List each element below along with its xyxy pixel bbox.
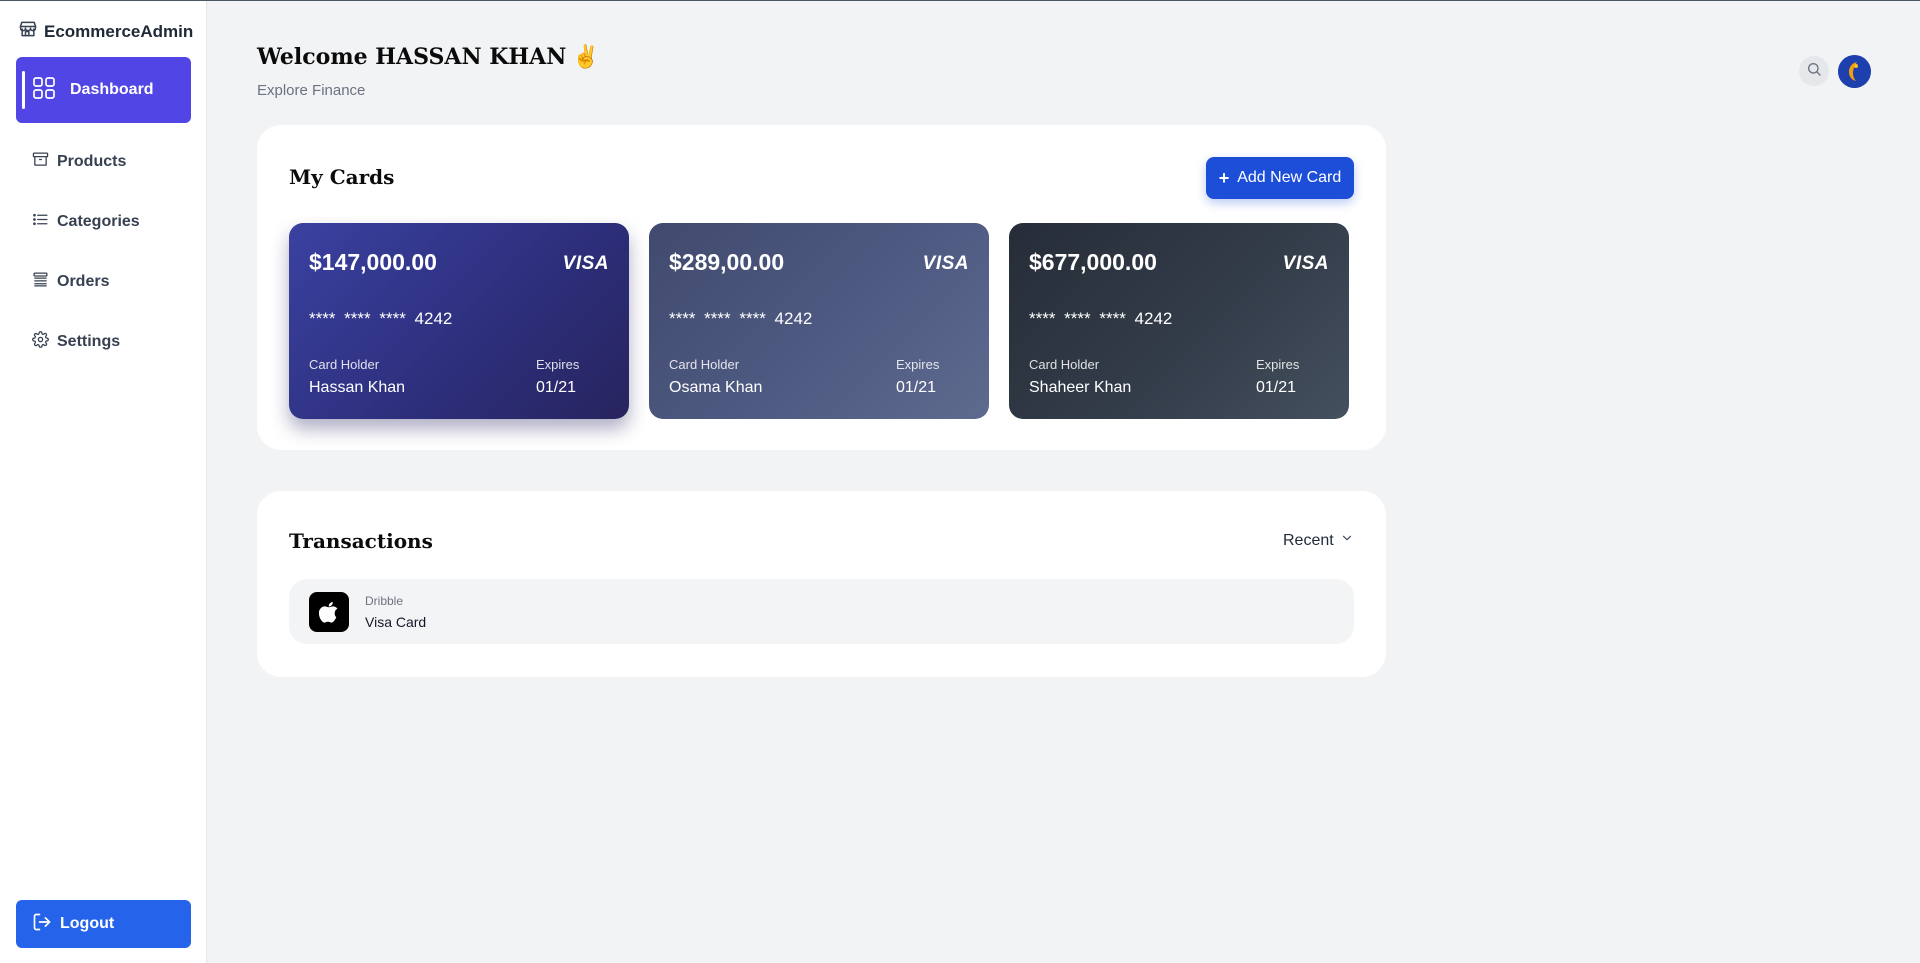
card-balance: $677,000.00 [1029,249,1157,275]
welcome-text: Welcome HASSAN KHAN [257,44,567,70]
card-expires-label: Expires [536,357,580,372]
page-subtitle: Explore Finance [257,82,366,99]
logout-icon [32,912,52,937]
visa-logo: VISA [562,253,609,274]
card-balance: $147,000.00 [309,249,437,275]
page-title: Welcome HASSAN KHAN ✌ [257,44,600,70]
sidebar: EcommerceAdmin Dashboard Products Catego… [0,1,207,963]
sidebar-item-label: Products [57,153,127,170]
my-cards-panel: My Cards + Add New Card $147,000.00 VISA… [257,125,1386,450]
grid-icon [32,76,56,105]
apple-icon [309,592,349,632]
active-indicator [22,71,25,109]
sidebar-item-label: Categories [57,213,140,230]
add-new-card-label: Add New Card [1237,169,1342,186]
credit-card[interactable]: $289,00.00 VISA **** **** **** 4242 Card… [649,223,989,419]
card-holder-label: Card Holder [669,357,740,372]
logout-label: Logout [60,915,115,932]
chevron-down-icon [1340,531,1354,550]
credit-card[interactable]: $677,000.00 VISA **** **** **** 4242 Car… [1009,223,1349,419]
transaction-method: Visa Card [365,614,427,630]
store-icon [18,19,38,44]
card-expiry: 01/21 [1256,379,1297,396]
card-number: **** **** **** 4242 [309,309,453,328]
transactions-panel: Transactions Recent Dribble Visa Card [257,491,1386,677]
sidebar-item-label: Settings [57,333,121,350]
transaction-merchant: Dribble [365,594,404,608]
credit-card[interactable]: $147,000.00 VISA **** **** **** 4242 Car… [289,223,629,419]
sidebar-item-dashboard[interactable]: Dashboard [16,57,191,123]
card-expiry: 01/21 [896,379,937,396]
card-holder-label: Card Holder [309,357,380,372]
card-balance: $289,00.00 [669,249,785,275]
card-holder-name: Hassan Khan [309,379,406,396]
add-new-card-button[interactable]: + Add New Card [1206,157,1354,199]
sidebar-item-settings[interactable]: Settings [32,331,120,353]
brand[interactable]: EcommerceAdmin [18,19,193,44]
sidebar-item-categories[interactable]: Categories [32,211,140,233]
transactions-title: Transactions [289,529,433,553]
sidebar-item-label: Dashboard [70,81,154,98]
plus-icon: + [1218,167,1230,188]
visa-logo: VISA [1282,253,1329,274]
gear-icon [32,331,49,353]
visa-logo: VISA [922,253,969,274]
my-cards-title: My Cards [289,165,395,189]
avatar[interactable] [1838,55,1871,88]
search-icon [1806,61,1822,82]
stack-icon [32,271,49,293]
search-button[interactable] [1799,56,1829,86]
sidebar-item-orders[interactable]: Orders [32,271,109,293]
card-number: **** **** **** 4242 [669,309,813,328]
sidebar-item-label: Orders [57,273,110,290]
card-expires-label: Expires [1256,357,1300,372]
victory-hand-emoji: ✌ [572,44,600,70]
window-top-border [0,0,1920,1]
brand-name: EcommerceAdmin [44,21,194,41]
transaction-row[interactable]: Dribble Visa Card [289,579,1354,644]
card-expires-label: Expires [896,357,940,372]
card-expiry: 01/21 [536,379,577,396]
sidebar-item-products[interactable]: Products [32,151,126,173]
card-holder-label: Card Holder [1029,357,1100,372]
logout-button[interactable]: Logout [16,900,191,948]
card-number: **** **** **** 4242 [1029,309,1173,328]
recent-filter-label: Recent [1283,531,1334,549]
card-holder-name: Osama Khan [669,379,763,396]
card-holder-name: Shaheer Khan [1029,379,1132,396]
recent-filter-dropdown[interactable]: Recent [1283,531,1354,550]
archive-icon [32,151,49,173]
list-icon [32,211,49,233]
